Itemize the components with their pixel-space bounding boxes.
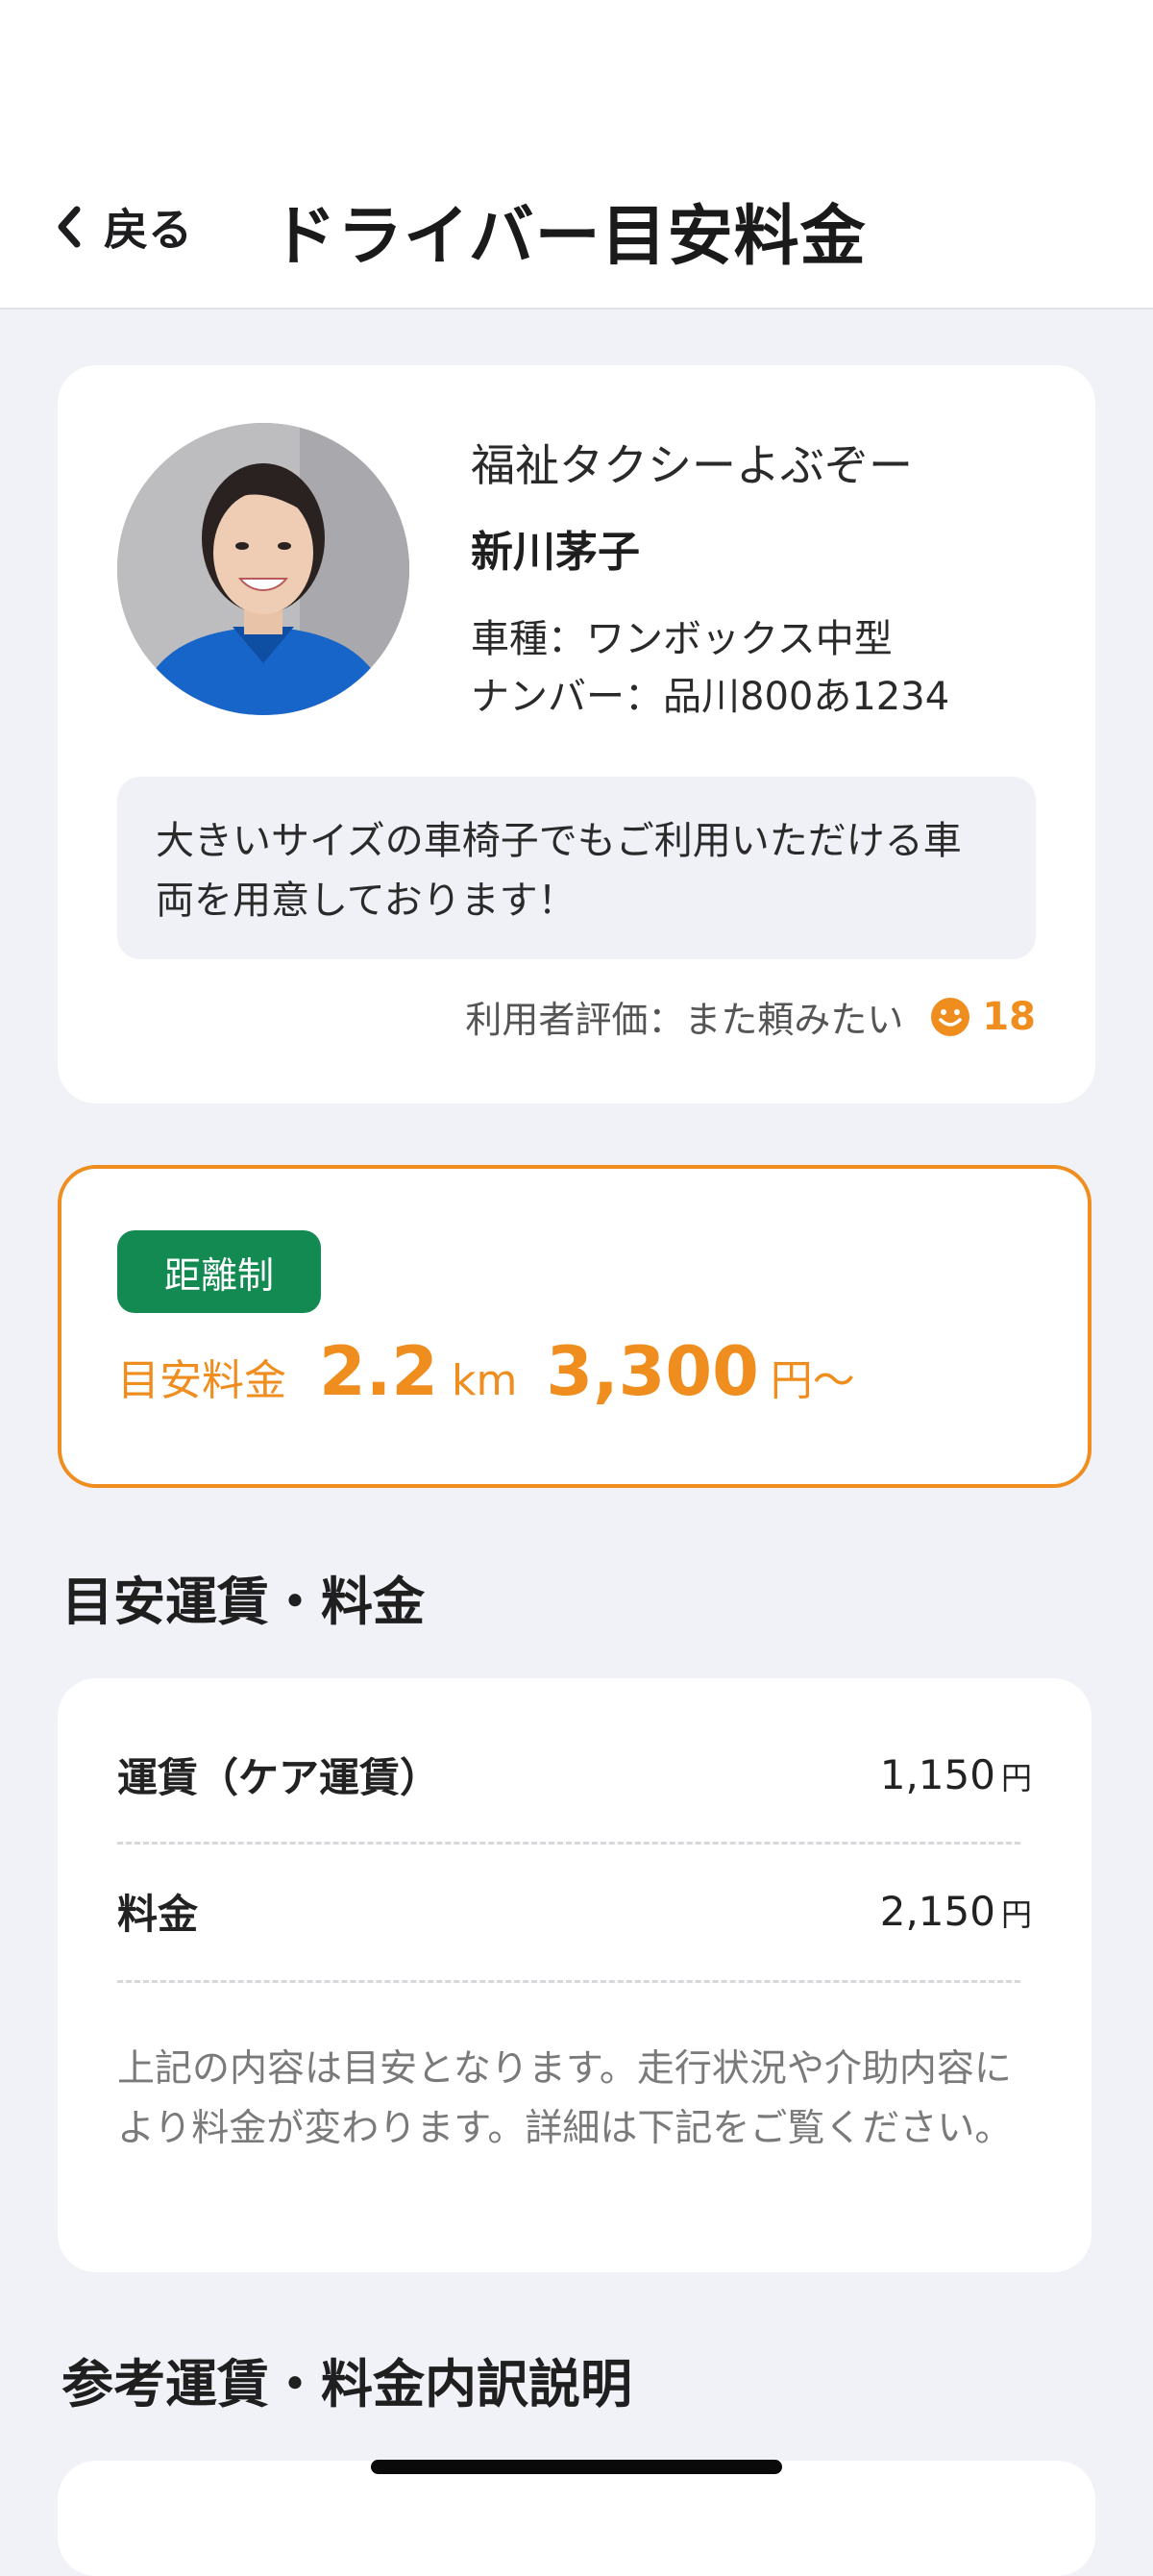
estimate-label: 目安料金	[117, 1356, 286, 1405]
fare-row: 運賃（ケア運賃） 1,150 円	[117, 1736, 1032, 1813]
fare-row-label: 運賃（ケア運賃）	[117, 1753, 441, 1801]
fare-row-label: 料金	[117, 1890, 199, 1938]
vehicle-plate: ナンバー：品川800あ1234	[471, 675, 950, 719]
back-label: 戻る	[104, 204, 192, 256]
chevron-left-icon	[58, 206, 81, 248]
estimate-row: 目安料金 2.2 km 3,300 円～	[117, 1332, 855, 1438]
fare-system-badge: 距離制	[117, 1230, 321, 1313]
price-suffix: 円～	[770, 1356, 855, 1405]
distance-value: 2.2	[319, 1332, 439, 1411]
rating-label: 利用者評価：また頼みたい	[465, 999, 904, 1041]
vehicle-type: 車種：ワンボックス中型	[471, 617, 893, 661]
back-button[interactable]: 戻る	[54, 188, 192, 265]
currency-unit: 円	[1000, 1895, 1032, 1933]
driver-avatar	[117, 423, 409, 715]
page-title: ドライバー目安料金	[271, 199, 867, 275]
smile-icon	[931, 997, 970, 1036]
company-name: 福祉タクシーよぶぞー	[471, 439, 913, 491]
rating-count: 18	[982, 994, 1036, 1039]
estimate-section-title: 目安運賃・料金	[61, 1572, 425, 1632]
fare-row: 料金 2,150 円	[117, 1872, 1032, 1949]
distance-unit: km	[452, 1356, 518, 1405]
fare-row-value: 2,150 円	[879, 1887, 1032, 1935]
fare-estimate-card: 距離制 目安料金 2.2 km 3,300 円～	[58, 1165, 1092, 1488]
driver-name: 新川茅子	[471, 528, 640, 577]
driver-message: 大きいサイズの車椅子でもご利用いただける車両を用意しております！	[117, 777, 1036, 959]
top-navigation-bar: 戻る ドライバー目安料金	[0, 0, 1153, 310]
currency-unit: 円	[1000, 1759, 1032, 1796]
home-indicator[interactable]	[371, 2460, 782, 2474]
reference-card	[58, 2461, 1095, 2576]
fare-row-value: 1,150 円	[879, 1750, 1032, 1798]
user-rating: 利用者評価：また頼みたい 18	[465, 990, 1036, 1043]
driver-card: 福祉タクシーよぶぞー 新川茅子 車種：ワンボックス中型 ナンバー：品川800あ1…	[58, 365, 1095, 1103]
dashed-divider	[117, 1980, 1020, 1983]
dashed-divider	[117, 1842, 1020, 1845]
estimated-price: 3,300	[546, 1332, 759, 1411]
reference-section-title: 参考運賃・料金内訳説明	[61, 2354, 632, 2415]
estimate-note: 上記の内容は目安となります。走行状況や介助内容により料金が変わります。詳細は下記…	[117, 2047, 1013, 2150]
fare-breakdown-card: 運賃（ケア運賃） 1,150 円 料金 2,150 円 上記の内容は目安となります。…	[58, 1678, 1092, 2272]
